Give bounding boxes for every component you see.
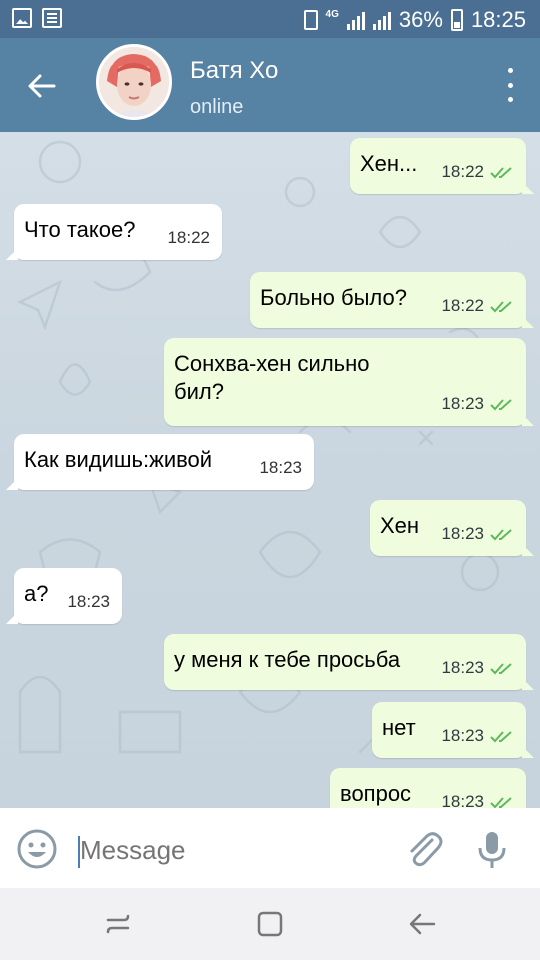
battery-icon [450, 9, 463, 31]
recent-apps-button[interactable] [100, 906, 136, 942]
screenshot-notification-icon [42, 8, 62, 28]
message-text: вопрос [340, 781, 412, 806]
message-text: Хен [380, 513, 420, 538]
message-time: 18:22 [441, 296, 484, 315]
message-input[interactable] [80, 832, 380, 868]
paperclip-icon [410, 832, 443, 867]
message-text: Как видишь:живой [24, 447, 213, 472]
double-check-icon [490, 731, 512, 743]
emoji-button[interactable] [16, 828, 58, 870]
chat-title[interactable]: Батя Хо [190, 57, 278, 85]
back-arrow-icon [409, 913, 436, 935]
message-text: Что такое? [24, 217, 136, 242]
arrow-left-icon [28, 74, 56, 98]
message-bubble[interactable]: Сонхва-хен сильно бил? 18:23 [164, 338, 526, 426]
message-time: 18:23 [441, 726, 484, 745]
clock: 18:25 [470, 7, 526, 32]
message-time: 18:22 [441, 162, 484, 181]
message-text: а? [24, 581, 49, 606]
sim-card-icon [303, 10, 318, 30]
message-time: 18:23 [259, 458, 302, 477]
double-check-icon [490, 529, 512, 541]
message-bubble[interactable]: Хен 18:23 [370, 500, 526, 556]
more-vertical-icon [507, 68, 513, 73]
message-bubble[interactable]: Как видишь:живой 18:23 [14, 434, 314, 490]
message-time: 18:23 [441, 524, 484, 543]
avatar[interactable] [96, 44, 172, 120]
chat-header: Батя Хо online [0, 38, 540, 132]
profile-photo [99, 47, 169, 117]
message-time: 18:23 [441, 658, 484, 677]
message-text: Больно было? [260, 285, 407, 310]
more-options-button[interactable] [500, 68, 520, 102]
nav-back-button[interactable] [404, 906, 440, 942]
home-icon [257, 911, 283, 937]
message-bubble[interactable]: Больно было? 18:22 [250, 272, 526, 328]
message-text: у меня к тебе просьба [174, 647, 401, 672]
chat-status: online [190, 96, 244, 118]
double-check-icon [490, 399, 512, 411]
message-time: 18:23 [67, 592, 110, 611]
recent-apps-icon [106, 914, 130, 934]
message-text: Сонхва-хен сильно бил? [174, 351, 370, 404]
message-text: Хен... [360, 151, 418, 176]
message-list[interactable]: Хен... 18:22 Что такое? 18:22 Больно был… [0, 132, 540, 808]
status-bar: 4G 36% 18:25 [0, 0, 540, 38]
system-navigation-bar [0, 888, 540, 960]
double-check-icon [490, 167, 512, 179]
signal-strength-icon-2 [372, 10, 391, 30]
microphone-icon [478, 832, 506, 868]
home-button[interactable] [252, 906, 288, 942]
message-time: 18:23 [441, 394, 484, 413]
system-indicators: 4G 36% 18:25 [303, 7, 526, 33]
voice-record-button[interactable] [474, 828, 510, 870]
double-check-icon [490, 663, 512, 675]
double-check-icon [490, 797, 512, 808]
message-bubble[interactable]: вопрос 18:23 [330, 768, 526, 808]
notification-icons [12, 8, 62, 28]
message-bubble[interactable]: Что такое? 18:22 [14, 204, 222, 260]
network-type: 4G [325, 9, 339, 20]
back-button[interactable] [22, 66, 62, 106]
double-check-icon [490, 301, 512, 313]
message-bubble[interactable]: у меня к тебе просьба 18:23 [164, 634, 526, 690]
gallery-notification-icon [12, 8, 32, 28]
message-time: 18:23 [441, 792, 484, 808]
message-text: нет [382, 715, 416, 740]
message-bubble[interactable]: нет 18:23 [372, 702, 526, 758]
message-composer [0, 808, 540, 888]
message-time: 18:22 [167, 228, 210, 247]
battery-percent: 36% [398, 7, 443, 32]
smiley-icon [17, 829, 57, 869]
message-bubble[interactable]: а? 18:23 [14, 568, 122, 624]
message-bubble[interactable]: Хен... 18:22 [350, 138, 526, 194]
signal-strength-icon [346, 10, 365, 30]
attach-button[interactable] [402, 828, 444, 870]
